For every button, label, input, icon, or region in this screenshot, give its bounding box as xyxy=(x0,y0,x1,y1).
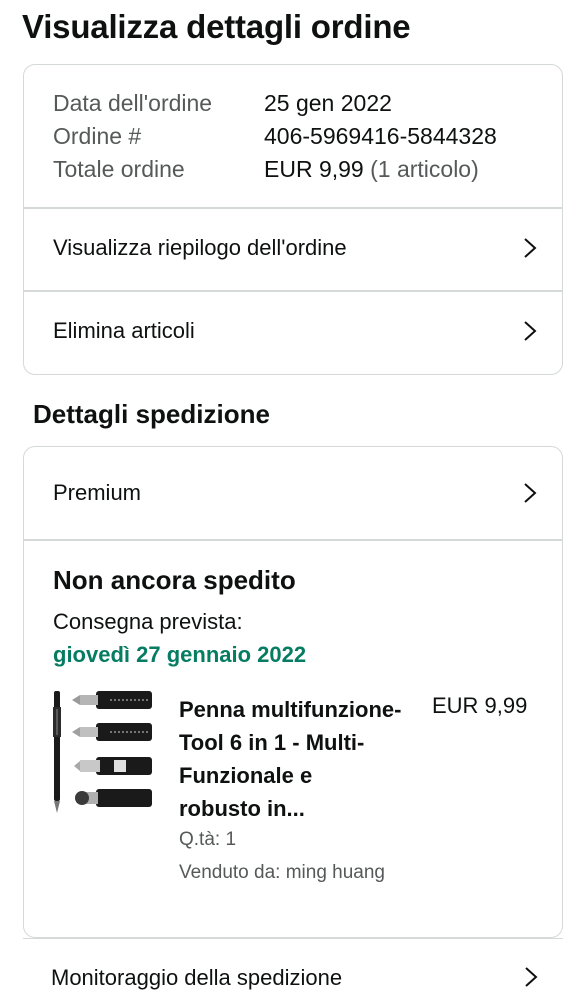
order-total-row: Totale ordine EUR 9,99 (1 articolo) xyxy=(53,153,497,186)
shipping-service-label: Premium xyxy=(53,480,142,505)
chevron-right-icon xyxy=(518,482,540,504)
multitool-pen-image[interactable] xyxy=(50,687,160,822)
product-title[interactable]: Penna multifunzione- Tool 6 in 1 - Multi… xyxy=(179,693,429,825)
order-info: Data dell'ordine 25 gen 2022 Ordine # 40… xyxy=(53,87,497,186)
order-summary-card: Data dell'ordine 25 gen 2022 Ordine # 40… xyxy=(23,64,563,375)
chevron-right-icon xyxy=(519,966,541,988)
order-date-value: 25 gen 2022 xyxy=(264,90,392,116)
chevron-right-icon xyxy=(518,237,540,259)
divider xyxy=(24,539,562,541)
order-number-label: Ordine # xyxy=(53,123,142,149)
order-date-row: Data dell'ordine 25 gen 2022 xyxy=(53,87,497,120)
shipping-section-title: Dettagli spedizione xyxy=(33,399,270,429)
order-total-label: Totale ordine xyxy=(53,156,185,182)
order-total-value: EUR 9,99 xyxy=(264,156,364,182)
expected-delivery-label: Consegna prevista: xyxy=(53,609,243,634)
shipping-service-row[interactable]: Premium xyxy=(24,447,562,539)
product-seller: Venduto da: ming huang xyxy=(179,862,386,883)
delete-items-label: Elimina articoli xyxy=(53,318,195,343)
order-total-items: (1 articolo) xyxy=(370,156,479,182)
shipment-status: Non ancora spedito xyxy=(53,565,296,595)
order-number-value: 406-5969416-5844328 xyxy=(264,123,497,149)
chevron-right-icon xyxy=(518,320,540,342)
delete-items-row[interactable]: Elimina articoli xyxy=(24,290,562,372)
product-price: EUR 9,99 xyxy=(432,693,528,718)
product-quantity: Q.tà: 1 xyxy=(179,829,237,850)
view-order-summary-label: Visualizza riepilogo dell'ordine xyxy=(53,235,347,260)
page-title: Visualizza dettagli ordine xyxy=(22,8,411,45)
track-shipment-row[interactable]: Monitoraggio della spedizione xyxy=(23,938,563,999)
order-number-row: Ordine # 406-5969416-5844328 xyxy=(53,120,497,153)
order-date-label: Data dell'ordine xyxy=(53,90,213,116)
expected-delivery-date: giovedì 27 gennaio 2022 xyxy=(53,642,307,667)
track-shipment-label: Monitoraggio della spedizione xyxy=(51,965,343,990)
view-order-summary-row[interactable]: Visualizza riepilogo dell'ordine xyxy=(24,207,562,289)
shipment-card: Premium Non ancora spedito Consegna prev… xyxy=(23,446,563,938)
